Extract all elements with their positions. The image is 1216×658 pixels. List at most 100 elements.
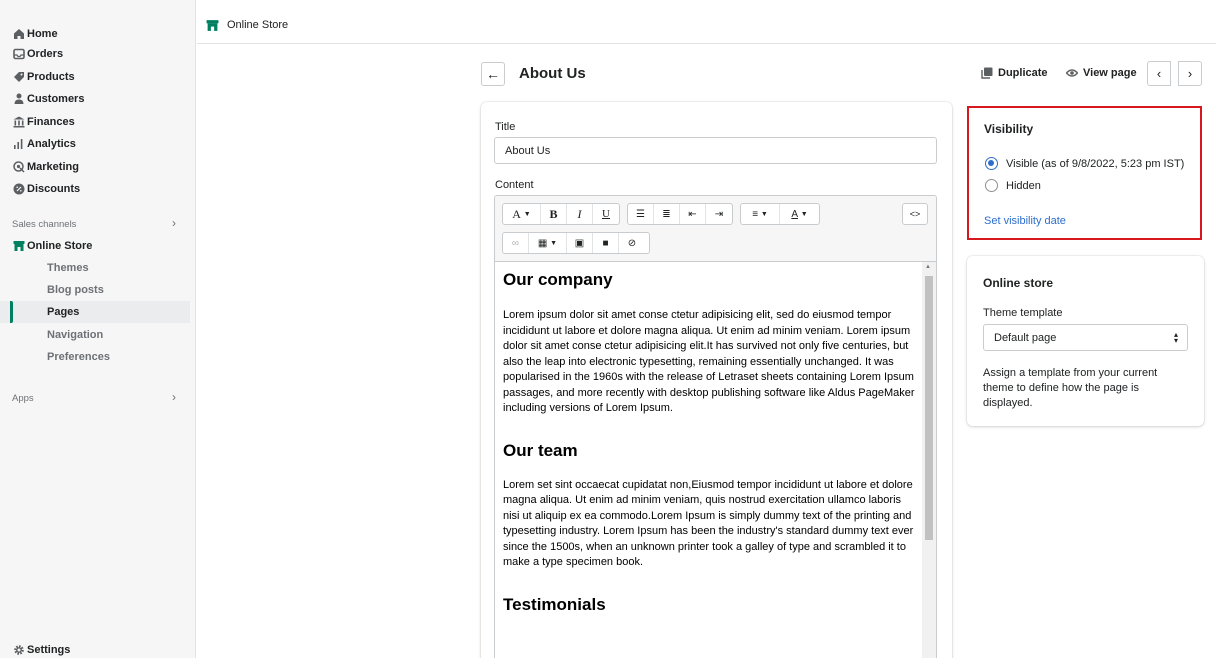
editor-content[interactable]: Our company Lorem ipsum dolor sit amet c… <box>495 262 923 658</box>
sidebar-item-blog-posts[interactable]: Blog posts <box>0 279 190 301</box>
caret-down-icon: ▼ <box>550 239 558 247</box>
sidebar-item-themes[interactable]: Themes <box>0 257 190 279</box>
sidebar-item-marketing[interactable]: Marketing <box>0 156 190 178</box>
sidebar-item-pages[interactable]: Pages <box>0 301 190 323</box>
previous-page-button[interactable]: ‹ <box>1147 61 1171 86</box>
underline-button[interactable]: U <box>593 204 619 224</box>
text-format-group: A ▼ B I U <box>502 203 620 225</box>
title-input[interactable]: About Us <box>494 137 937 164</box>
sidebar-item-customers[interactable]: Customers <box>0 88 190 110</box>
sidebar-item-online-store[interactable]: Online Store <box>0 235 190 257</box>
show-html-button[interactable]: <> <box>903 204 927 224</box>
numbered-list-button[interactable]: ≣ <box>654 204 680 224</box>
chevron-right-icon[interactable]: › <box>172 216 176 230</box>
sidebar-item-label: Settings <box>27 644 71 656</box>
sidebar-item-label: Marketing <box>27 161 79 173</box>
bulleted-list-icon: ☰ <box>636 208 645 220</box>
indent-icon: ⇥ <box>714 208 724 220</box>
set-visibility-date-link[interactable]: Set visibility date <box>984 215 1066 227</box>
arrow-left-icon: ← <box>486 66 500 82</box>
apps-label: Apps <box>12 393 34 404</box>
discount-icon <box>13 183 25 195</box>
font-style-dropdown[interactable]: A ▼ <box>503 204 541 224</box>
list-group: ☰ ≣ ⇤ ⇥ <box>627 203 733 225</box>
caret-down-icon: ▼ <box>760 210 768 218</box>
gear-icon <box>14 645 24 655</box>
chevron-right-icon: › <box>1187 66 1193 81</box>
content-label: Content <box>495 179 534 191</box>
visibility-title: Visibility <box>984 122 1034 136</box>
select-arrows-icon: ▴ ▾ <box>1173 330 1178 345</box>
next-page-button[interactable]: › <box>1178 61 1202 86</box>
chevron-right-icon[interactable]: › <box>172 390 176 404</box>
sidebar-item-products[interactable]: Products <box>0 66 190 88</box>
theme-template-value: Default page <box>994 331 1057 344</box>
duplicate-button[interactable]: Duplicate <box>981 67 1048 79</box>
store-icon <box>13 241 25 251</box>
tag-icon <box>14 72 24 82</box>
target-icon <box>13 161 25 173</box>
outdent-button[interactable]: ⇤ <box>680 204 706 224</box>
duplicate-label: Duplicate <box>998 67 1048 79</box>
image-icon: ▣ <box>574 237 585 249</box>
back-button[interactable]: ← <box>481 62 505 86</box>
sidebar-item-navigation[interactable]: Navigation <box>0 324 190 346</box>
insert-image-button[interactable]: ▣ <box>567 233 593 253</box>
text-color-dropdown[interactable]: A ▼ <box>780 204 819 224</box>
caret-down-icon: ▼ <box>800 210 808 218</box>
hidden-radio[interactable] <box>985 179 998 192</box>
person-icon <box>14 93 24 104</box>
text-color-icon: A <box>791 208 798 220</box>
sidebar-item-settings[interactable]: Settings <box>0 639 190 658</box>
sidebar-item-finances[interactable]: Finances <box>0 111 190 133</box>
insert-video-button[interactable]: ■ <box>593 233 619 253</box>
align-color-group: ≡ ▼ A ▼ <box>740 203 820 225</box>
theme-template-help: Assign a template from your current them… <box>983 367 1158 409</box>
sidebar-item-preferences[interactable]: Preferences <box>0 346 190 368</box>
orders-icon <box>13 48 25 60</box>
sidebar-item-label: Discounts <box>27 183 81 195</box>
section-paragraph: Lorem ipsum dolor sit amet conse ctetur … <box>503 309 915 414</box>
sidebar-item-label: Products <box>27 71 75 83</box>
font-style-label: A <box>512 206 521 221</box>
sidebar-item-label: Home <box>27 28 58 40</box>
view-page-button[interactable]: View page <box>1066 67 1137 79</box>
table-icon: ▦ <box>537 237 548 249</box>
view-page-label: View page <box>1083 67 1137 79</box>
editor-scrollbar[interactable]: ▲ ▼ <box>922 262 936 658</box>
sidebar-item-home[interactable]: Home <box>0 23 190 45</box>
clear-formatting-button[interactable]: ⊘ <box>619 233 645 253</box>
section-heading: Testimonials <box>503 594 606 614</box>
caret-down-icon: ▼ <box>523 210 531 218</box>
scrollbar-thumb[interactable] <box>925 276 933 540</box>
video-icon: ■ <box>602 237 609 249</box>
sidebar-item-analytics[interactable]: Analytics <box>0 133 190 155</box>
visible-radio[interactable] <box>985 157 998 170</box>
top-bar: Online Store <box>197 0 1216 44</box>
store-icon <box>206 20 219 31</box>
theme-template-select[interactable]: Default page ▴ ▾ <box>983 324 1188 351</box>
align-left-icon: ≡ <box>752 208 759 220</box>
sales-channels-label: Sales channels <box>12 219 77 230</box>
scroll-up-icon[interactable]: ▲ <box>925 264 931 270</box>
indent-button[interactable]: ⇥ <box>706 204 732 224</box>
chevron-left-icon: ‹ <box>1156 66 1162 81</box>
eye-icon <box>1066 69 1078 77</box>
sidebar-item-label: Finances <box>27 116 75 128</box>
bold-button[interactable]: B <box>541 204 567 224</box>
bulleted-list-button[interactable]: ☰ <box>628 204 654 224</box>
italic-button[interactable]: I <box>567 204 593 224</box>
html-group: <> <box>902 203 928 225</box>
sidebar-item-discounts[interactable]: Discounts <box>0 178 190 200</box>
insert-table-dropdown[interactable]: ▦ ▼ <box>529 233 567 253</box>
align-dropdown[interactable]: ≡ ▼ <box>741 204 781 224</box>
insert-group: ∞ ▦ ▼ ▣ ■ ⊘ <box>502 232 650 254</box>
home-icon <box>14 29 24 39</box>
sidebar-item-orders[interactable]: Orders <box>0 43 190 65</box>
duplicate-icon <box>981 67 993 79</box>
clear-format-icon: ⊘ <box>627 237 637 249</box>
numbered-list-icon: ≣ <box>662 208 671 220</box>
breadcrumb[interactable]: Online Store <box>227 19 288 31</box>
bar-chart-icon <box>14 139 23 149</box>
insert-link-button[interactable]: ∞ <box>503 233 529 253</box>
